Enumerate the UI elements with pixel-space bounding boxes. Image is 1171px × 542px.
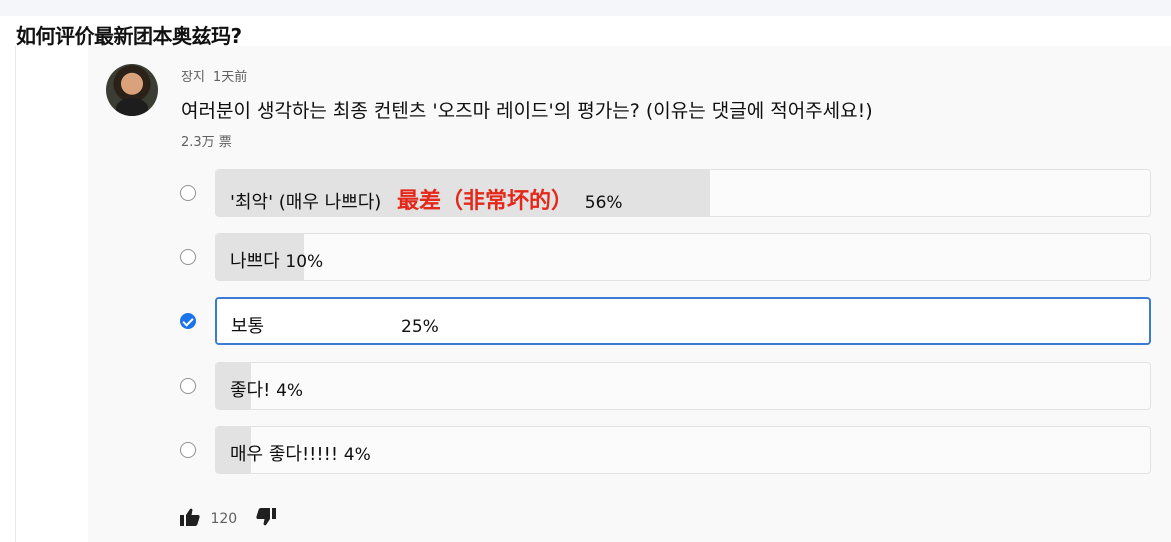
option-label: 좋다! <box>230 380 271 401</box>
option-percent: 10% <box>285 252 324 272</box>
author-name[interactable]: 장지 <box>181 70 205 85</box>
radio-button[interactable] <box>180 185 196 201</box>
option-label: 나쁘다 <box>230 251 280 272</box>
radio-button[interactable] <box>180 442 196 458</box>
vote-count: 2.3万 票 <box>181 135 232 150</box>
radio-button[interactable] <box>180 378 196 394</box>
poll-option-bar[interactable]: 좋다! 4% <box>215 362 1151 410</box>
poll-option-bar[interactable]: 나쁘다 10% <box>215 233 1151 281</box>
avatar[interactable] <box>106 64 158 116</box>
option-percent: 4% <box>276 381 304 401</box>
like-count: 120 <box>210 511 238 527</box>
option-label: 보통 <box>231 316 265 337</box>
post-actions: 120 <box>180 508 276 530</box>
poll-option[interactable]: 보통 25% <box>0 297 1171 347</box>
thumbs-up-icon[interactable] <box>180 508 200 530</box>
option-label: '최악' (매우 나쁘다) <box>230 192 382 213</box>
option-label: 매우 좋다!!!!! <box>230 444 339 465</box>
poll-option[interactable]: 매우 좋다!!!!! 4% <box>0 426 1171 476</box>
poll-option[interactable]: 나쁘다 10% <box>0 233 1171 283</box>
poll-option-bar[interactable]: '최악' (매우 나쁘다) 最差（非常坏的） 56% <box>215 169 1151 217</box>
poll-option[interactable]: '최악' (매우 나쁘다) 最差（非常坏的） 56% <box>0 169 1171 219</box>
poll-question: 여러분이 생각하는 최종 컨텐츠 '오즈마 레이드'의 평가는? (이유는 댓글… <box>181 100 873 122</box>
radio-button[interactable] <box>180 249 196 265</box>
top-bar <box>0 0 1171 16</box>
poll-option-bar-selected[interactable]: 보통 25% <box>215 297 1151 345</box>
post-meta: 장지 1天前 <box>181 66 247 85</box>
poll-option-bar[interactable]: 매우 좋다!!!!! 4% <box>215 426 1151 474</box>
post-time[interactable]: 1天前 <box>213 70 247 85</box>
thumbs-down-icon[interactable] <box>256 508 276 530</box>
translation-annotation: 最差（非常坏的） <box>397 189 574 214</box>
question-title: 如何评价最新团本奥兹玛? <box>16 24 242 48</box>
radio-button-checked[interactable] <box>180 313 196 329</box>
option-percent: 4% <box>343 445 371 465</box>
option-percent: 56% <box>584 193 623 213</box>
poll-option[interactable]: 좋다! 4% <box>0 362 1171 412</box>
option-percent: 25% <box>401 317 439 337</box>
